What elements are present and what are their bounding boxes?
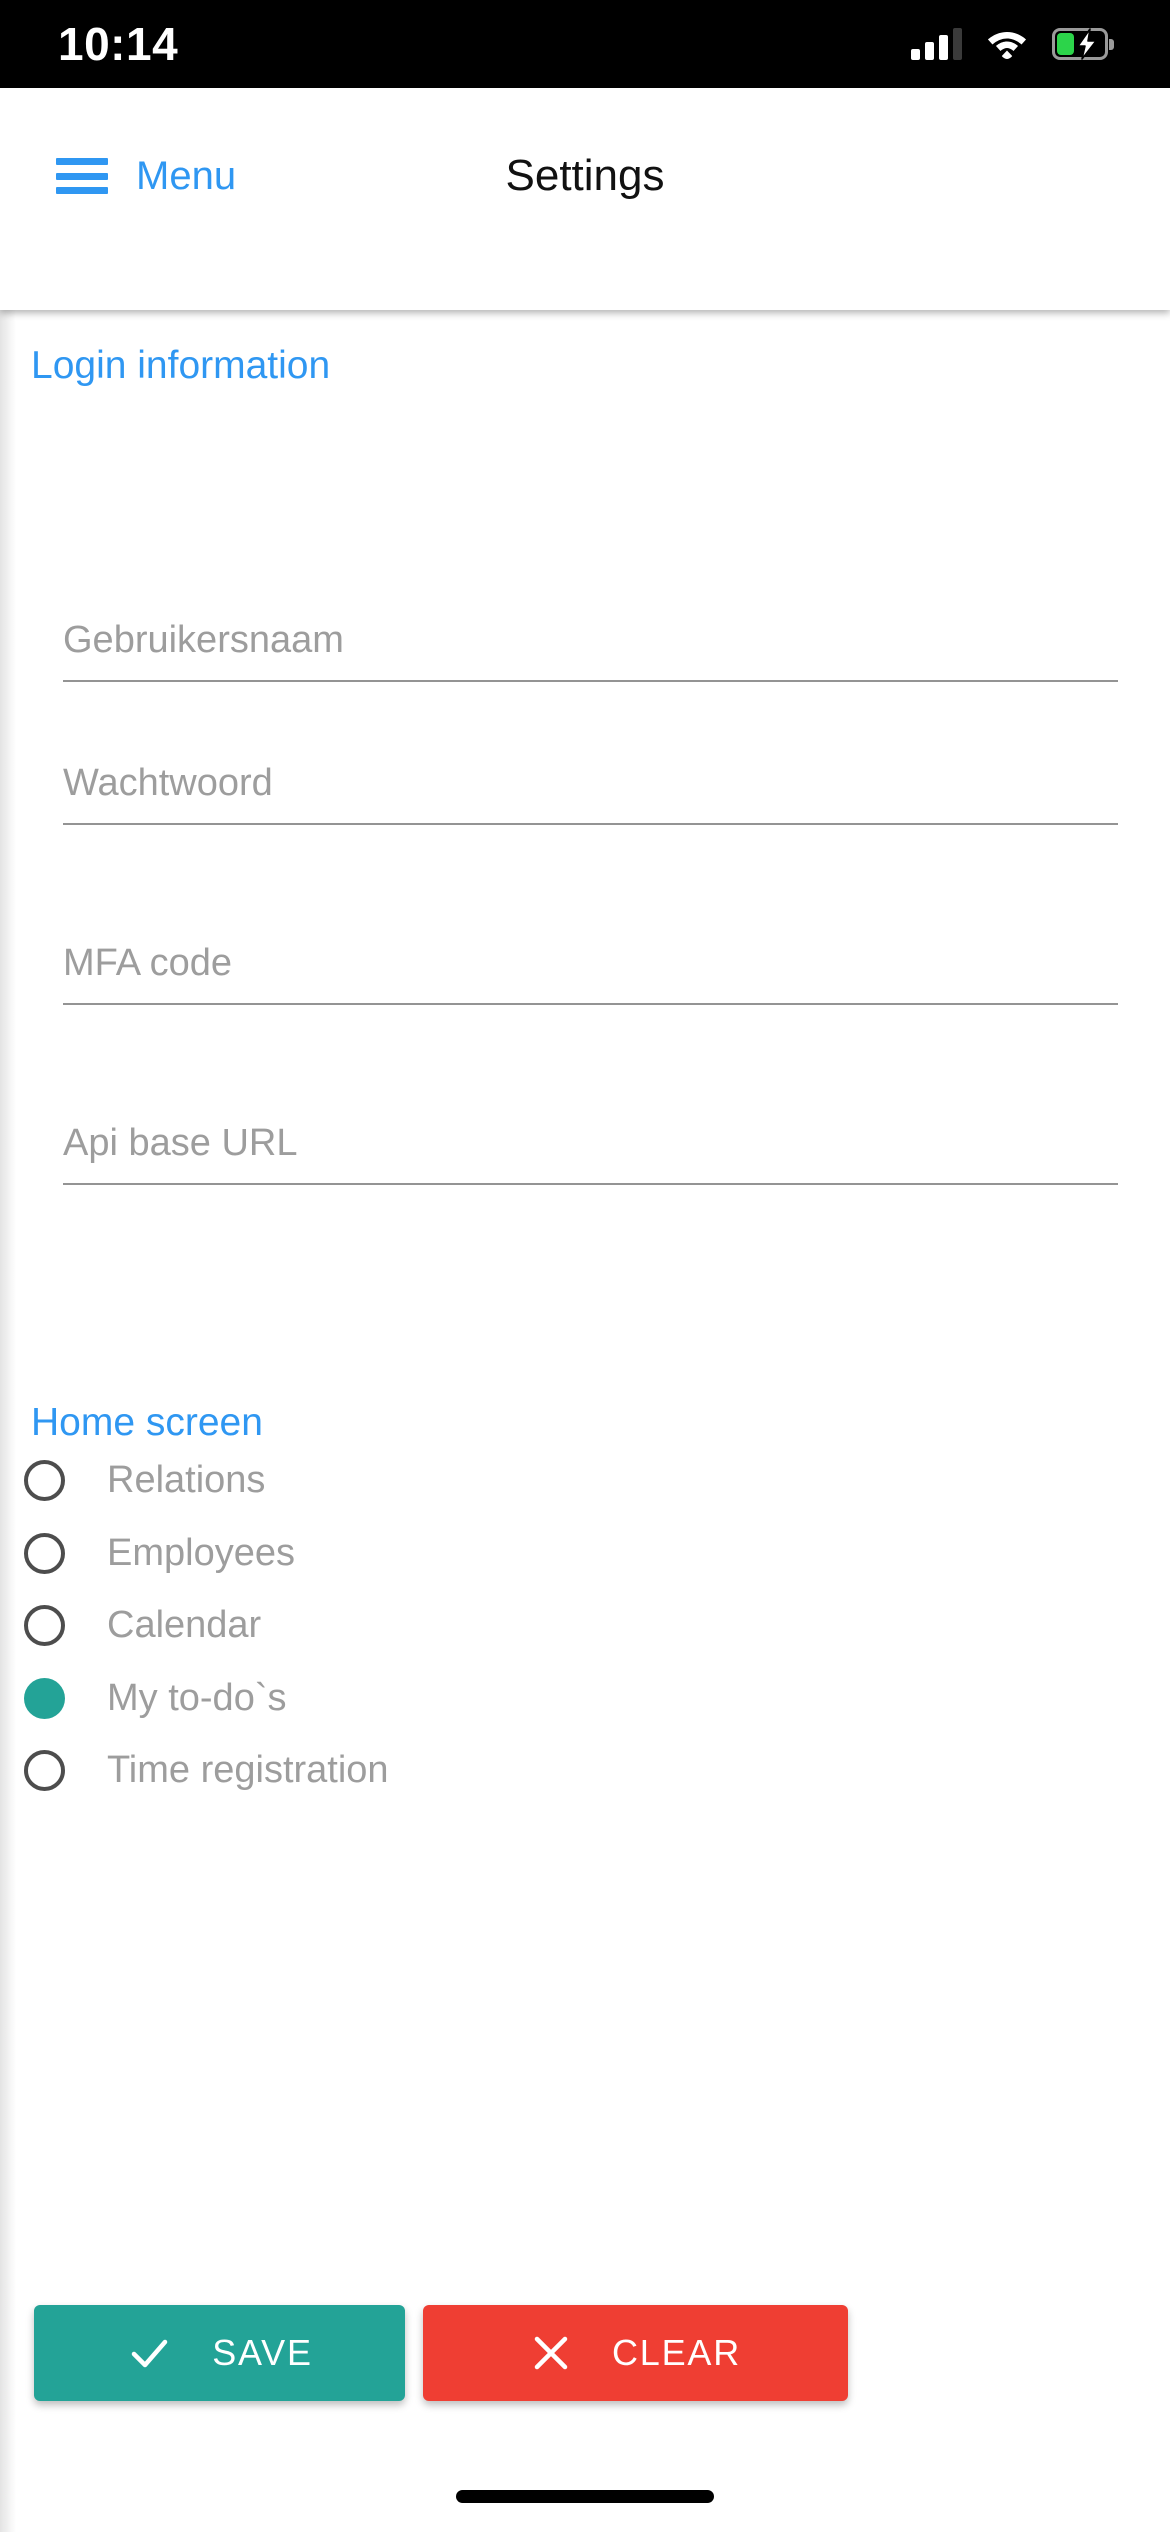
radio-option-relations[interactable]: Relations [24,1448,1124,1512]
radio-label-employees: Employees [107,1532,295,1574]
signal-bars-icon [911,28,962,60]
mfa-code-placeholder: MFA code [63,942,232,984]
save-button-label: SAVE [212,2332,313,2373]
status-bar-time: 10:14 [58,18,179,70]
radio-circle-filled-icon[interactable] [24,1677,65,1719]
wifi-icon [988,32,1026,59]
status-bar: 10:14 [0,0,1170,88]
api-base-url-field[interactable]: Api base URL [63,1122,1118,1185]
hamburger-menu-icon[interactable] [56,158,108,194]
section-title-home-screen: Home screen [31,1401,263,1444]
clear-button-label: CLEAR [611,2332,742,2373]
radio-label-relations: Relations [107,1459,266,1501]
section-title-login-information: Login information [31,344,331,387]
radio-label-my-to-dos: My to-do`s [107,1677,287,1719]
menu-button[interactable]: Menu [56,156,236,196]
radio-label-calendar: Calendar [107,1604,262,1646]
settings-content: Login information Gebruikersnaam Wachtwo… [0,310,1170,2532]
radio-option-my-to-dos[interactable]: My to-do`s [24,1666,1124,1730]
radio-circle-icon[interactable] [24,1749,65,1791]
username-field[interactable]: Gebruikersnaam [63,619,1118,682]
save-button[interactable]: SAVE [34,2305,405,2401]
app-bar: Menu Settings [0,88,1170,310]
radio-circle-icon[interactable] [24,1604,65,1646]
api-base-url-placeholder: Api base URL [63,1122,298,1164]
radio-circle-icon[interactable] [24,1532,65,1574]
radio-option-calendar[interactable]: Calendar [24,1593,1124,1657]
check-icon [131,2339,168,2368]
radio-option-time-registration[interactable]: Time registration [24,1738,1124,1802]
radio-option-employees[interactable]: Employees [24,1521,1124,1585]
home-indicator[interactable] [456,2490,714,2503]
password-field[interactable]: Wachtwoord [63,762,1118,825]
close-x-icon [534,2336,568,2370]
charging-bolt-icon [1077,28,1097,60]
left-edge-shadow [0,310,16,2532]
password-placeholder: Wachtwoord [63,762,273,804]
menu-button-label: Menu [136,154,237,198]
radio-circle-icon[interactable] [24,1459,65,1501]
status-bar-icons [911,28,1114,60]
username-placeholder: Gebruikersnaam [63,619,344,661]
radio-label-time-registration: Time registration [107,1749,389,1791]
mfa-code-field[interactable]: MFA code [63,942,1118,1005]
battery-charging-icon [1052,28,1114,60]
clear-button[interactable]: CLEAR [423,2305,848,2401]
